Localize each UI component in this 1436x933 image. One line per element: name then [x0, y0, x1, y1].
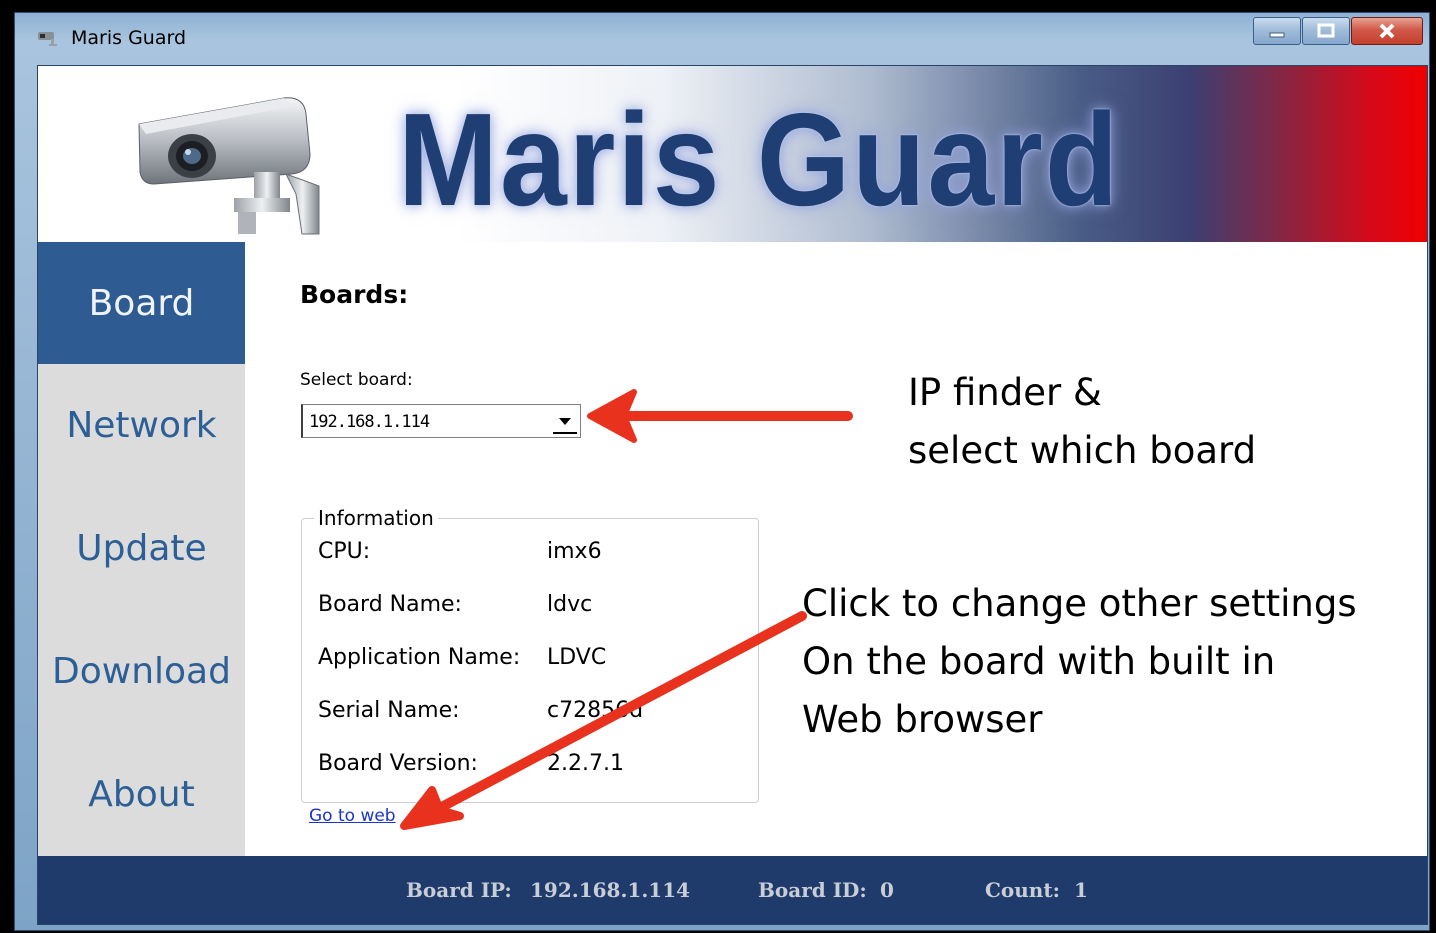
arrow-to-go-to-web: [400, 611, 807, 830]
annotation-arrows: [400, 389, 853, 830]
arrow-to-dropdown: [587, 389, 853, 443]
